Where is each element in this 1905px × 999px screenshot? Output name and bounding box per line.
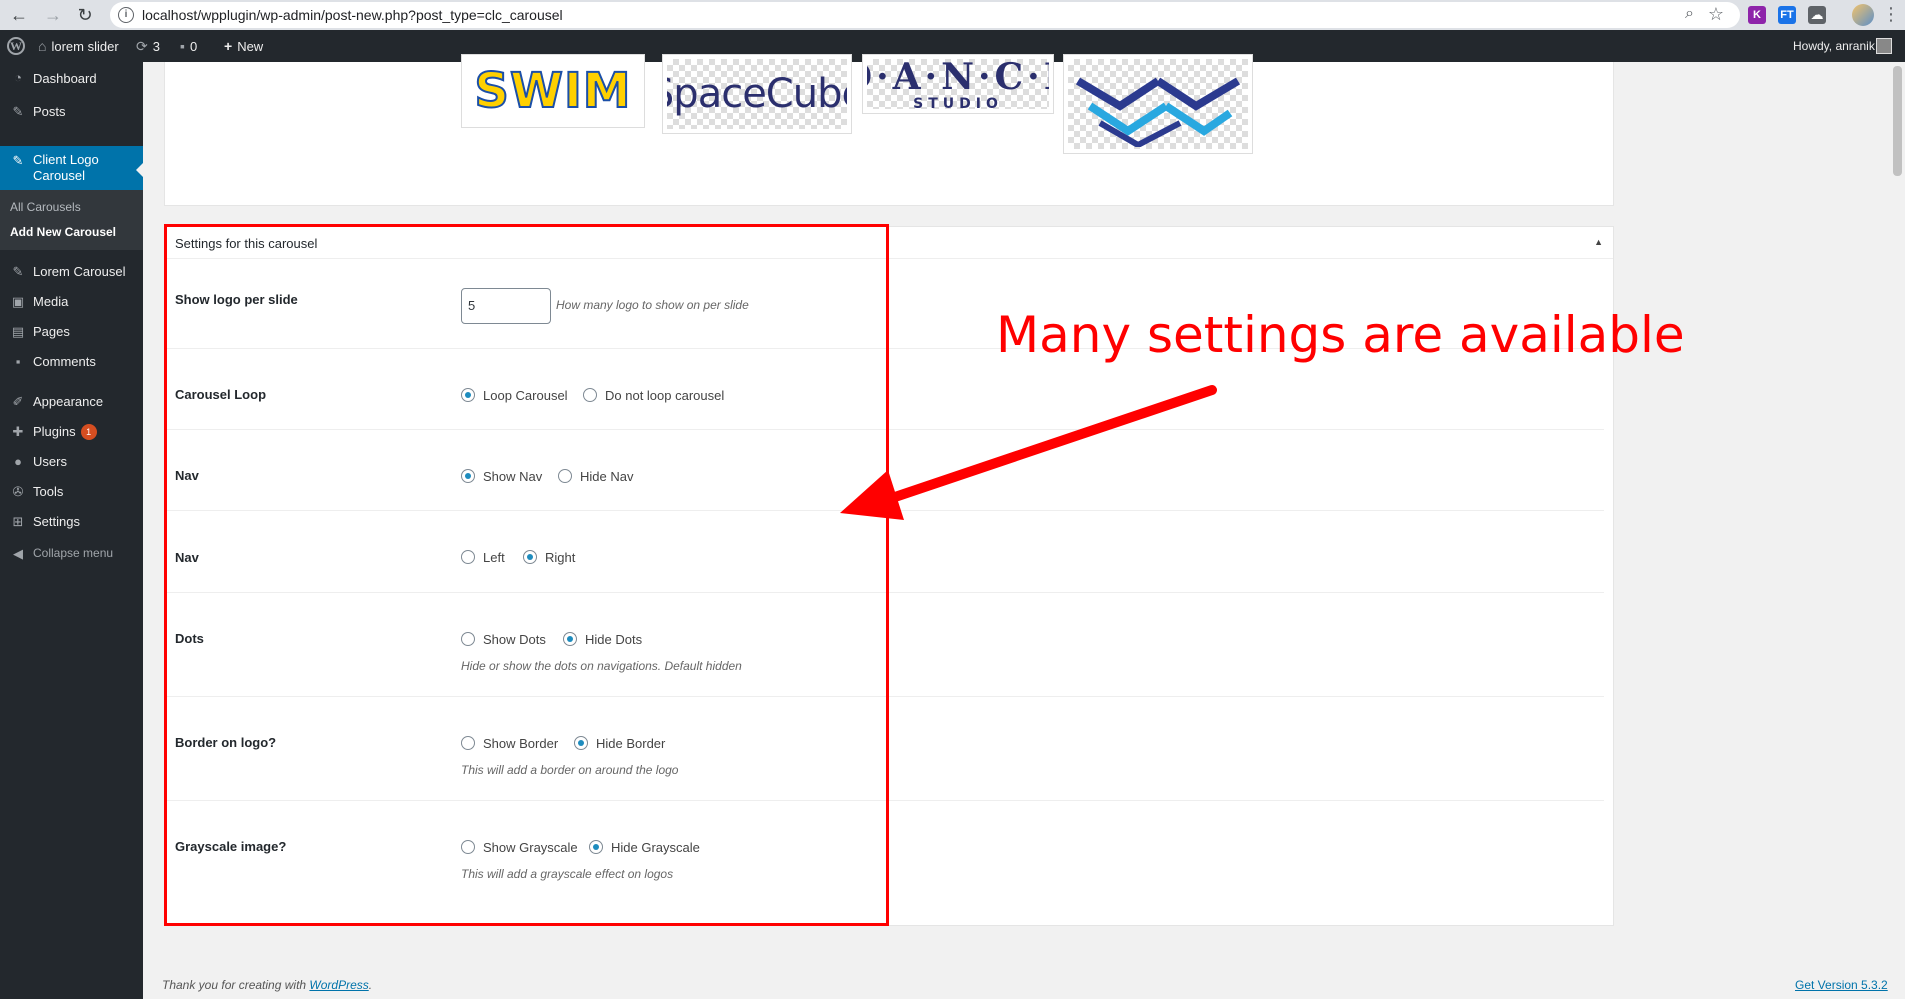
menu-users-label: Users xyxy=(33,454,67,469)
building-logo-image xyxy=(1068,59,1248,149)
menu-plugins[interactable]: ✚ Plugins 1 xyxy=(0,418,143,448)
menu-posts[interactable]: ✎ Posts xyxy=(0,96,143,126)
active-menu-arrow xyxy=(136,162,144,178)
new-content-link[interactable]: + New xyxy=(224,30,263,62)
menu-dashboard[interactable]: ◔ Dashboard xyxy=(0,62,143,96)
updates-count: 3 xyxy=(152,39,160,54)
media-icon: ▣ xyxy=(11,294,25,309)
comments-link[interactable]: ▪ 0 xyxy=(180,30,197,62)
menu-plugins-label: Plugins 1 xyxy=(33,424,97,440)
plugin-icon: ✚ xyxy=(12,424,24,439)
logo-thumbnail-spacecube[interactable]: SpaceCube xyxy=(662,54,852,134)
site-name-link[interactable]: ⌂ lorem slider xyxy=(38,30,119,62)
menu-tools-label: Tools xyxy=(33,484,64,499)
menu-tools[interactable]: ✇ Tools xyxy=(0,478,143,508)
menu-pages-label: Pages xyxy=(33,324,70,339)
menu-settings-label: Settings xyxy=(33,514,80,529)
collapse-toggle-icon[interactable]: ▲ xyxy=(1594,237,1603,247)
swim-logo-text: SWIM xyxy=(473,62,632,120)
logo-thumbnail-swim[interactable]: SWIM xyxy=(461,54,645,128)
extension-cloud-icon[interactable]: ☁ xyxy=(1808,6,1826,24)
get-version-link[interactable]: Get Version 5.3.2 xyxy=(1795,978,1888,992)
comment-bubble-icon: ▪ xyxy=(180,38,185,54)
browser-toolbar: ← → ↻ i localhost/wpplugin/wp-admin/post… xyxy=(0,0,1905,30)
dashboard-icon: ◔ xyxy=(14,70,22,85)
menu-comments-label: Comments xyxy=(33,354,96,369)
new-label: New xyxy=(237,39,264,54)
wordpress-logo-icon[interactable]: W xyxy=(7,37,25,55)
logo-thumbnail-building[interactable] xyxy=(1063,54,1253,154)
menu-collapse-label: Collapse menu xyxy=(33,546,114,560)
submenu-client-logo-carousel: All Carousels Add New Carousel xyxy=(0,190,143,250)
plugin-update-badge: 1 xyxy=(80,424,97,440)
howdy-account-link[interactable]: Howdy, anranik xyxy=(1793,30,1875,62)
footer-thanks: Thank you for creating with WordPress. xyxy=(162,978,372,992)
url-text[interactable]: localhost/wpplugin/wp-admin/post-new.php… xyxy=(142,7,563,23)
user-avatar[interactable] xyxy=(1876,38,1892,54)
address-bar[interactable]: i localhost/wpplugin/wp-admin/post-new.p… xyxy=(110,2,1740,28)
bookmark-star-icon[interactable]: ☆ xyxy=(1708,4,1724,25)
users-icon: ● xyxy=(14,454,22,469)
menu-media-label: Media xyxy=(33,294,69,309)
collapse-arrow-icon: ◀ xyxy=(13,546,23,561)
menu-users[interactable]: ● Users xyxy=(0,448,143,478)
pin-icon: ✎ xyxy=(12,264,24,279)
spacecube-logo-text: SpaceCube xyxy=(667,71,847,117)
settings-sliders-icon: ⊞ xyxy=(12,514,24,529)
extension-k-icon[interactable]: K xyxy=(1748,6,1766,24)
browser-profile-avatar[interactable] xyxy=(1852,4,1874,26)
dance-logo-text: D·A·N·C·E xyxy=(867,59,1049,98)
site-name-label: lorem slider xyxy=(51,39,119,54)
studio-logo-text: STUDIO xyxy=(913,96,1003,109)
annotation-text: Many settings are available xyxy=(996,306,1685,364)
wordpress-link[interactable]: WordPress xyxy=(309,978,368,992)
logo-thumbnail-dance[interactable]: D·A·N·C·E STUDIO xyxy=(862,54,1054,114)
pages-icon: ▤ xyxy=(11,324,25,339)
menu-collapse[interactable]: ◀ Collapse menu xyxy=(0,538,143,568)
updates-icon: ⟳ xyxy=(136,38,148,54)
swim-logo-image: SWIM xyxy=(466,59,640,123)
menu-appearance-label: Appearance xyxy=(33,394,104,409)
footer-thanks-text: Thank you for creating with xyxy=(162,978,310,992)
home-icon: ⌂ xyxy=(38,38,47,54)
menu-plugins-text: Plugins xyxy=(33,424,76,439)
reload-icon[interactable]: ↻ xyxy=(74,4,96,26)
menu-client-logo-carousel-label: Client Logo Carousel xyxy=(33,152,99,183)
menu-client-logo-carousel[interactable]: ✎ Client Logo Carousel xyxy=(0,146,144,190)
back-icon[interactable]: ← xyxy=(8,4,30,26)
wrench-icon: ✇ xyxy=(12,484,24,499)
spacecube-logo-image: SpaceCube xyxy=(667,59,847,129)
updates-link[interactable]: ⟳ 3 xyxy=(136,30,160,62)
site-info-icon[interactable]: i xyxy=(118,7,134,23)
menu-pages[interactable]: ▤ Pages xyxy=(0,318,143,348)
menu-lorem-carousel-label: Lorem Carousel xyxy=(33,264,126,279)
admin-sidebar: ◔ Dashboard ✎ Posts ✎ Client Logo Carous… xyxy=(0,62,144,999)
menu-comments[interactable]: ▪ Comments xyxy=(0,348,143,378)
submenu-add-new-carousel[interactable]: Add New Carousel xyxy=(10,225,116,239)
menu-dashboard-label: Dashboard xyxy=(33,71,97,86)
menu-media[interactable]: ▣ Media xyxy=(0,288,143,318)
browser-menu-icon[interactable]: ⋮ xyxy=(1882,4,1900,25)
footer-thanks-suffix: . xyxy=(368,978,373,992)
comment-bubble-icon: ▪ xyxy=(15,354,21,369)
carousel-logos-panel: SWIM SpaceCube D·A·N·C·E STUDIO xyxy=(164,54,1614,206)
paintbrush-icon: ✐ xyxy=(12,394,24,409)
building-logo-graphic xyxy=(1075,77,1241,147)
menu-appearance[interactable]: ✐ Appearance xyxy=(0,388,143,418)
zoom-icon[interactable]: ⌕ xyxy=(1685,5,1694,23)
comments-count: 0 xyxy=(189,39,198,54)
annotation-highlight-box xyxy=(164,224,889,926)
page-scrollbar[interactable] xyxy=(1890,62,1905,999)
plus-icon: + xyxy=(224,38,233,54)
pin-icon: ✎ xyxy=(12,153,24,168)
dance-studio-logo-image: D·A·N·C·E STUDIO xyxy=(867,59,1049,109)
submenu-all-carousels[interactable]: All Carousels xyxy=(10,200,81,214)
menu-lorem-carousel[interactable]: ✎ Lorem Carousel xyxy=(0,258,143,288)
menu-settings[interactable]: ⊞ Settings xyxy=(0,508,143,538)
menu-posts-label: Posts xyxy=(33,104,66,119)
extension-ft-icon[interactable]: FT xyxy=(1778,6,1796,24)
forward-icon[interactable]: → xyxy=(42,4,64,26)
scrollbar-thumb[interactable] xyxy=(1893,66,1902,176)
pin-icon: ✎ xyxy=(12,104,24,119)
